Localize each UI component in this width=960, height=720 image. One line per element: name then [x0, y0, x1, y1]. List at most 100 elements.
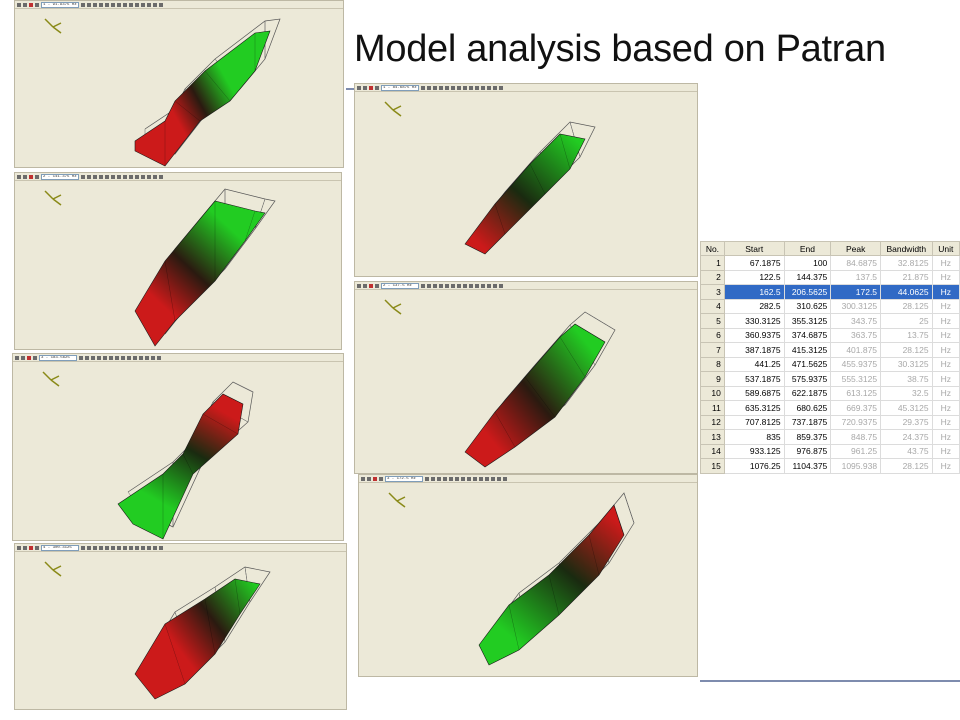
- deformed-mode-shape: [464, 133, 586, 255]
- table-row[interactable]: 1 67.1875 100 84.6875 32.8125 Hz: [700, 255, 960, 271]
- row-number: 10: [700, 385, 725, 401]
- mode-shape-view[interactable]: [13, 354, 344, 541]
- end-cell: 976.875: [783, 443, 832, 459]
- bandwidth-cell: 28.125: [880, 342, 933, 358]
- bandwidth-cell: 28.125: [880, 298, 933, 314]
- mode-shape-view[interactable]: [359, 475, 698, 677]
- unit-cell: Hz: [931, 385, 960, 401]
- end-cell: 737.1875: [783, 414, 832, 430]
- row-number: 2: [700, 269, 725, 285]
- mode-shape-view[interactable]: [15, 544, 347, 710]
- start-cell: 282.5: [723, 298, 785, 314]
- row-number: 1: [700, 255, 725, 271]
- mode-shape-view[interactable]: [15, 1, 344, 168]
- mode-shape-view[interactable]: [15, 173, 342, 350]
- column-header[interactable]: End: [783, 241, 832, 256]
- deformed-mode-shape: [464, 323, 606, 468]
- unit-cell: Hz: [931, 313, 960, 329]
- table-row[interactable]: 4 282.5 310.625 300.3125 28.125 Hz: [700, 298, 960, 314]
- peak-cell: 363.75: [830, 327, 882, 343]
- start-cell: 441.25: [723, 356, 785, 372]
- table-row[interactable]: 7 387.1875 415.3125 401.875 28.125 Hz: [700, 342, 960, 358]
- table-row[interactable]: 8 441.25 471.5625 455.9375 30.3125 Hz: [700, 356, 960, 372]
- end-cell: 859.375: [783, 429, 832, 445]
- end-cell: 355.3125: [783, 313, 832, 329]
- mode-shape-view[interactable]: [355, 84, 698, 277]
- start-cell: 933.125: [723, 443, 785, 459]
- axis-triad-icon: [44, 561, 62, 577]
- table-row[interactable]: 11 635.3125 680.625 669.375 45.3125 Hz: [700, 400, 960, 416]
- column-header[interactable]: Peak: [830, 241, 882, 256]
- unit-cell: Hz: [931, 269, 960, 285]
- peak-cell: 172.5: [830, 284, 882, 300]
- bandwidth-cell: 13.75: [880, 327, 933, 343]
- row-number: 14: [700, 443, 725, 459]
- table-row[interactable]: 9 537.1875 575.9375 555.3125 38.75 Hz: [700, 371, 960, 387]
- row-number: 6: [700, 327, 725, 343]
- table-row[interactable]: 13 835 859.375 848.75 24.375 Hz: [700, 429, 960, 445]
- viewer-panel[interactable]: 3 - 172.5 Hz: [358, 474, 698, 677]
- axis-triad-icon: [44, 18, 62, 34]
- bandwidth-cell: 45.3125: [880, 400, 933, 416]
- table-row[interactable]: 5 330.3125 355.3125 343.75 25 Hz: [700, 313, 960, 329]
- viewer-panel[interactable]: 1 - 84.6875 Hz: [354, 83, 698, 277]
- unit-cell: Hz: [931, 443, 960, 459]
- mode-shape-view[interactable]: [355, 282, 698, 474]
- unit-cell: Hz: [931, 356, 960, 372]
- unit-cell: Hz: [931, 284, 960, 300]
- start-cell: 122.5: [723, 269, 785, 285]
- peak-cell: 848.75: [830, 429, 882, 445]
- slide-title: Model analysis based on Patran: [354, 28, 886, 70]
- table-row[interactable]: 14 933.125 976.875 961.25 43.75 Hz: [700, 443, 960, 459]
- table-row[interactable]: 6 360.9375 374.6875 363.75 13.75 Hz: [700, 327, 960, 343]
- end-cell: 415.3125: [783, 342, 832, 358]
- table-row[interactable]: 2 122.5 144.375 137.5 21.875 Hz: [700, 269, 960, 285]
- peak-cell: 401.875: [830, 342, 882, 358]
- start-cell: 67.1875: [723, 255, 785, 271]
- unit-cell: Hz: [931, 429, 960, 445]
- peak-cell: 300.3125: [830, 298, 882, 314]
- axis-triad-icon: [384, 101, 402, 117]
- table-row[interactable]: 3 162.5 206.5625 172.5 44.0625 Hz: [700, 284, 960, 300]
- peak-cell: 613.125: [830, 385, 882, 401]
- peak-cell: 343.75: [830, 313, 882, 329]
- row-number: 13: [700, 429, 725, 445]
- column-header[interactable]: No.: [700, 241, 725, 256]
- unit-cell: Hz: [931, 342, 960, 358]
- column-header[interactable]: Start: [723, 241, 785, 256]
- peak-cell: 84.6875: [830, 255, 882, 271]
- modes-table: No. Start End Peak Bandwidth Unit 1 67.18…: [700, 241, 960, 474]
- unit-cell: Hz: [931, 414, 960, 430]
- viewer-panel[interactable]: 4 - 300.3125 Hz: [14, 543, 347, 710]
- peak-cell: 555.3125: [830, 371, 882, 387]
- peak-cell: 1095.938: [830, 458, 882, 474]
- row-number: 8: [700, 356, 725, 372]
- table-row[interactable]: 12 707.8125 737.1875 720.9375 29.375 Hz: [700, 414, 960, 430]
- axis-triad-icon: [42, 371, 60, 387]
- viewer-panel[interactable]: 2 - 137.5 Hz: [354, 281, 698, 474]
- table-row[interactable]: 10 589.6875 622.1875 613.125 32.5 Hz: [700, 385, 960, 401]
- viewer-panel[interactable]: 2 - 141.375 Hz: [14, 172, 342, 350]
- end-cell: 471.5625: [783, 356, 832, 372]
- axis-triad-icon: [44, 190, 62, 206]
- peak-cell: 669.375: [830, 400, 882, 416]
- bandwidth-cell: 38.75: [880, 371, 933, 387]
- bandwidth-cell: 29.375: [880, 414, 933, 430]
- start-cell: 360.9375: [723, 327, 785, 343]
- row-number: 4: [700, 298, 725, 314]
- viewer-panel[interactable]: 3 - 183.5625 Hz: [12, 353, 344, 541]
- deformed-mode-shape: [134, 578, 261, 700]
- peak-cell: 455.9375: [830, 356, 882, 372]
- unit-cell: Hz: [931, 458, 960, 474]
- viewer-panel[interactable]: 1 - 91.9375 Hz: [14, 0, 344, 168]
- end-cell: 622.1875: [783, 385, 832, 401]
- peak-cell: 961.25: [830, 443, 882, 459]
- end-cell: 144.375: [783, 269, 832, 285]
- end-cell: 100: [783, 255, 832, 271]
- row-number: 7: [700, 342, 725, 358]
- table-header-row: No. Start End Peak Bandwidth Unit: [700, 241, 960, 256]
- column-header[interactable]: Bandwidth: [880, 241, 933, 256]
- column-header[interactable]: Unit: [931, 241, 960, 256]
- table-row[interactable]: 15 1076.25 1104.375 1095.938 28.125 Hz: [700, 458, 960, 474]
- bandwidth-cell: 24.375: [880, 429, 933, 445]
